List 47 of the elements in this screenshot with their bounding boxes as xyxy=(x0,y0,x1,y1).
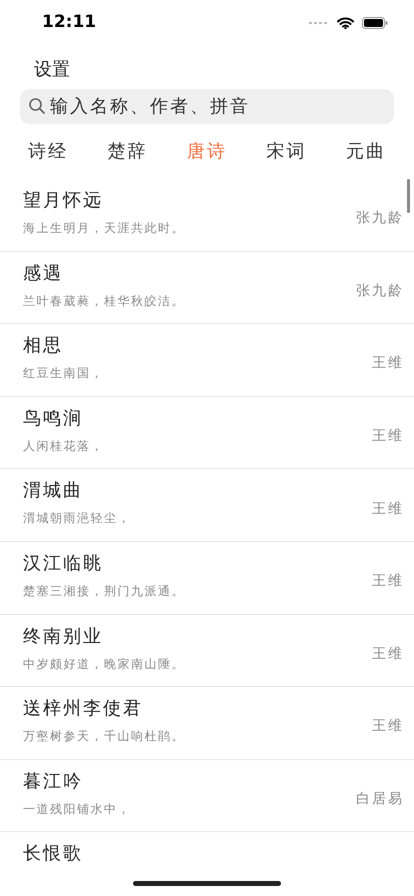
scrollbar xyxy=(407,179,410,213)
poem-line: 红豆生南国， xyxy=(23,365,104,382)
poem-author: 王维 xyxy=(372,427,404,446)
settings-link[interactable]: 设置 xyxy=(34,59,70,80)
category-tab[interactable]: 诗经 xyxy=(22,134,74,169)
poem-title: 暮江吟 xyxy=(23,770,84,794)
status-time: 12:11 xyxy=(42,11,96,34)
category-tab[interactable]: 楚辞 xyxy=(101,134,154,169)
poem-title: 相思 xyxy=(23,334,64,358)
poem-title: 望月怀远 xyxy=(23,189,104,213)
poem-row[interactable]: 暮江吟 一道残阳铺水中， 白居易 xyxy=(0,760,414,832)
poem-title: 汉江临眺 xyxy=(23,552,104,576)
poem-row[interactable]: 终南别业 中岁颇好道，晚家南山陲。 王维 xyxy=(0,614,414,688)
poem-author: 王维 xyxy=(372,572,404,592)
poem-row[interactable]: 渭城曲 渭城朝雨浥轻尘， 王维 xyxy=(0,469,414,542)
poem-row[interactable]: 汉江临眺 楚塞三湘接，荆门九派通。 王维 xyxy=(0,542,414,615)
poem-line: 万壑树参天，千山响杜鹃。 xyxy=(23,728,185,746)
poem-title: 送梓州李使君 xyxy=(23,697,144,722)
poem-line: 一道残阳铺水中， xyxy=(23,800,131,818)
poem-author: 王维 xyxy=(372,717,404,736)
poem-author: 张九龄 xyxy=(356,282,404,301)
signal-icon xyxy=(309,21,329,25)
category-tab[interactable]: 宋词 xyxy=(260,134,313,169)
poem-title: 长恨歌 xyxy=(23,842,83,866)
wifi-icon xyxy=(337,17,354,29)
poem-line: 兰叶春葳蕤，桂华秋皎洁。 xyxy=(23,292,185,310)
poem-title: 终南别业 xyxy=(23,624,104,649)
poem-author: 王维 xyxy=(372,354,404,374)
poem-row[interactable]: 送梓州李使君 万壑树参天，千山响杜鹃。 王维 xyxy=(0,687,414,760)
poem-author: 王维 xyxy=(372,500,404,519)
battery-icon xyxy=(362,17,388,29)
poem-line: 渭城朝雨浥轻尘， xyxy=(23,510,131,528)
poem-row[interactable]: 相思 红豆生南国， 王维 xyxy=(0,324,414,397)
poem-title: 鸟鸣涧 xyxy=(23,406,84,431)
search-field[interactable]: 输入名称、作者、拼音 xyxy=(20,89,394,124)
poem-line: 楚塞三湘接，荆门九派通。 xyxy=(23,582,185,600)
poem-line: 中岁颇好道，晚家南山陲。 xyxy=(23,656,185,673)
category-tab[interactable]: 元曲 xyxy=(340,134,392,169)
poem-title: 感遇 xyxy=(23,262,64,286)
poem-author: 张九龄 xyxy=(356,209,404,228)
poem-author: 白居易 xyxy=(356,790,404,810)
poem-author: 王维 xyxy=(372,644,404,664)
poem-line: 人闲桂花落， xyxy=(23,438,104,455)
poem-row[interactable]: 感遇 兰叶春葳蕤，桂华秋皎洁。 张九龄 xyxy=(0,252,414,324)
poem-line: 海上生明月，天涯共此时。 xyxy=(23,220,185,237)
poem-title: 渭城曲 xyxy=(23,479,84,504)
poem-row[interactable]: 鸟鸣涧 人闲桂花落， 王维 xyxy=(0,396,414,470)
